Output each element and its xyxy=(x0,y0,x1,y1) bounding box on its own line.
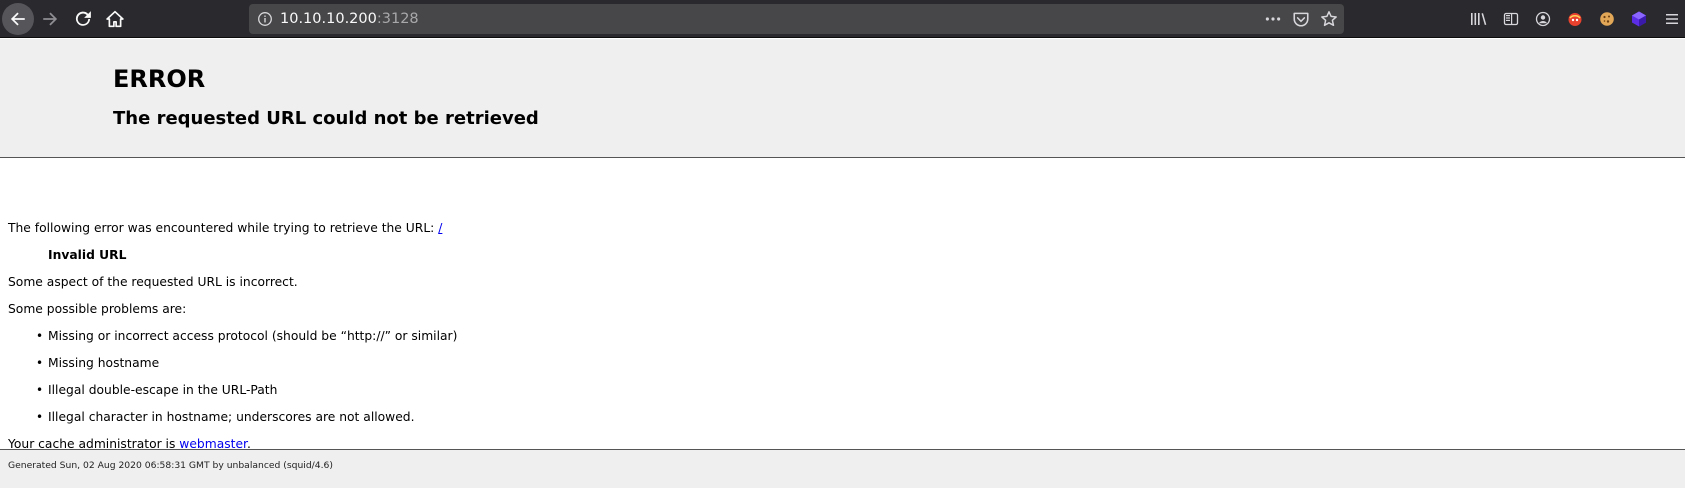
back-arrow-icon[interactable] xyxy=(2,3,34,35)
bullet: • xyxy=(36,383,44,397)
reload-icon[interactable] xyxy=(67,3,99,35)
problem-text: Missing or incorrect access protocol (sh… xyxy=(48,329,458,343)
hamburger-menu-icon[interactable] xyxy=(1663,9,1681,29)
account-icon[interactable] xyxy=(1533,9,1553,29)
page-subtitle: The requested URL could not be retrieved xyxy=(113,108,539,129)
footer-text: Generated Sun, 02 Aug 2020 06:58:31 GMT … xyxy=(8,460,333,471)
url-text[interactable]: 10.10.10.200:3128 xyxy=(280,4,419,34)
extension-icon[interactable] xyxy=(1565,9,1585,29)
library-icon[interactable] xyxy=(1469,9,1489,29)
star-icon[interactable] xyxy=(1320,10,1338,28)
intro-text: The following error was encountered whil… xyxy=(8,221,439,235)
error-name: Invalid URL xyxy=(48,248,127,262)
problem-text: Illegal double-escape in the URL-Path xyxy=(48,383,278,397)
page-content: ERROR The requested URL could not be ret… xyxy=(0,39,1685,488)
forward-arrow-icon[interactable] xyxy=(34,3,66,35)
bullet: • xyxy=(36,329,44,343)
url-bar[interactable]: 10.10.10.200:3128 xyxy=(249,4,1344,34)
footer: Generated Sun, 02 Aug 2020 06:58:31 GMT … xyxy=(0,449,1685,488)
home-icon[interactable] xyxy=(99,3,131,35)
problem-text: Missing hostname xyxy=(48,356,160,370)
bullet: • xyxy=(36,356,44,370)
browser-toolbar: 10.10.10.200:3128 xyxy=(0,0,1685,38)
problems-heading: Some possible problems are: xyxy=(8,302,187,316)
page-title: ERROR xyxy=(113,65,206,93)
cookie-icon[interactable] xyxy=(1597,9,1617,29)
problem-text: Illegal character in hostname; underscor… xyxy=(48,410,415,424)
error-description: Some aspect of the requested URL is inco… xyxy=(8,275,298,289)
url-host: 10.10.10.200 xyxy=(280,11,377,27)
bullet: • xyxy=(36,410,44,424)
sidebar-icon[interactable] xyxy=(1501,9,1521,29)
intro-line: The following error was encountered whil… xyxy=(8,221,442,236)
intro-url-link[interactable]: / xyxy=(438,221,442,235)
titles-header: ERROR The requested URL could not be ret… xyxy=(0,39,1685,158)
url-port: :3128 xyxy=(376,11,419,27)
more-actions-icon[interactable] xyxy=(1264,10,1282,28)
info-icon[interactable] xyxy=(257,11,273,27)
extension-cube-icon[interactable] xyxy=(1629,9,1649,29)
pocket-icon[interactable] xyxy=(1292,10,1310,28)
